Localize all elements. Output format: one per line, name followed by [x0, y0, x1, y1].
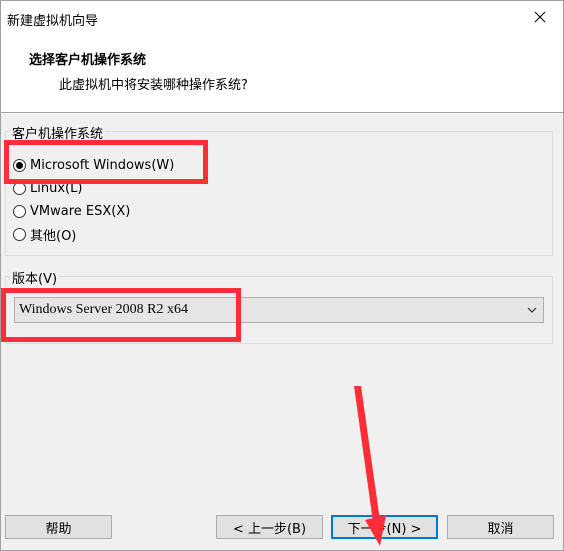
- wizard-window: 新建虚拟机向导 选择客户机操作系统 此虚拟机中将安装哪种操作系统? 客户机操作系…: [0, 0, 564, 551]
- guest-os-group: [5, 131, 553, 256]
- chevron-down-icon: [521, 298, 543, 322]
- radio-label: Microsoft Windows(W): [30, 157, 175, 173]
- version-select[interactable]: Windows Server 2008 R2 x64: [14, 297, 544, 323]
- radio-linux[interactable]: Linux(L): [13, 178, 82, 198]
- page-title: 选择客户机操作系统: [29, 53, 147, 68]
- version-select-value: Windows Server 2008 R2 x64: [19, 302, 188, 317]
- page-subtitle: 此虚拟机中将安装哪种操作系统?: [59, 78, 248, 93]
- radio-label: VMware ESX(X): [30, 203, 131, 219]
- radio-label: 其他(O): [30, 228, 77, 244]
- cancel-button[interactable]: 取消: [447, 515, 554, 539]
- radio-unchecked-icon: [13, 204, 26, 218]
- back-button[interactable]: < 上一步(B): [216, 515, 323, 539]
- window-title: 新建虚拟机向导: [7, 14, 99, 29]
- radio-label: Linux(L): [30, 180, 83, 196]
- close-button[interactable]: [517, 1, 563, 33]
- radio-vmware-esx[interactable]: VMware ESX(X): [13, 201, 130, 221]
- next-button[interactable]: 下一步(N) >: [331, 515, 438, 539]
- title-bar: 新建虚拟机向导: [1, 1, 563, 33]
- close-icon: [534, 11, 546, 23]
- radio-microsoft-windows[interactable]: Microsoft Windows(W): [13, 155, 174, 175]
- wizard-footer: 帮助 < 上一步(B) 下一步(N) > 取消: [1, 497, 563, 550]
- wizard-header: 选择客户机操作系统 此虚拟机中将安装哪种操作系统?: [1, 33, 563, 111]
- radio-unchecked-icon: [13, 181, 26, 195]
- guest-os-group-label: 客户机操作系统: [10, 123, 106, 142]
- help-button[interactable]: 帮助: [5, 515, 112, 539]
- radio-other[interactable]: 其他(O): [13, 224, 76, 244]
- version-group-label: 版本(V): [10, 268, 60, 287]
- radio-checked-icon: [13, 158, 26, 172]
- radio-unchecked-icon: [13, 227, 26, 241]
- wizard-content: 客户机操作系统 Microsoft Windows(W) Linux(L) VM…: [1, 114, 563, 497]
